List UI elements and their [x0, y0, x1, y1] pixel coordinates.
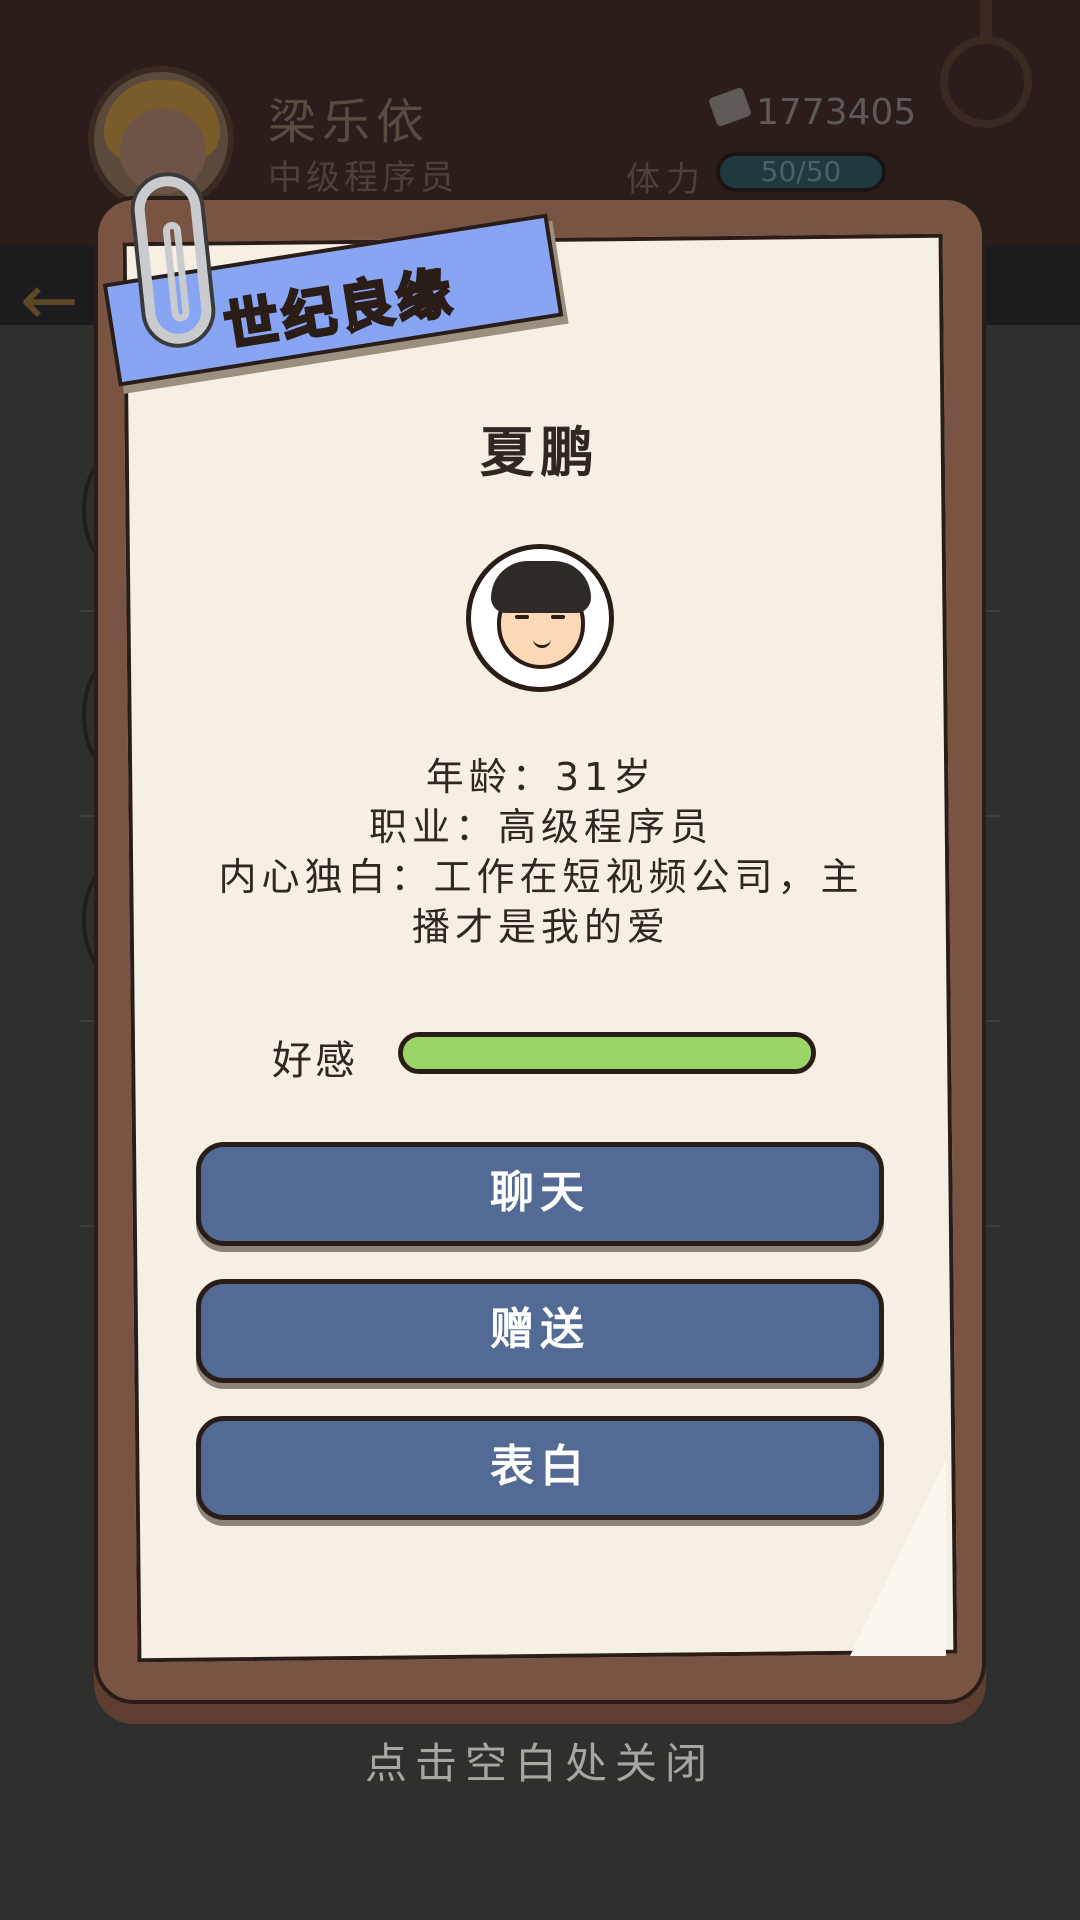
favor-label: 好感 — [272, 1038, 358, 1084]
chat-button[interactable]: 聊天 — [196, 1142, 884, 1246]
confess-button[interactable]: 表白 — [196, 1416, 884, 1520]
age-line: 年龄：31岁 — [425, 755, 657, 799]
close-hint[interactable]: 点击空白处关闭 — [0, 1730, 1080, 1791]
money-value: 1773405 — [756, 92, 917, 133]
job-line: 职业：高级程序员 — [368, 805, 713, 849]
favor-bar — [398, 1032, 816, 1074]
player-role: 中级程序员 — [268, 158, 458, 198]
favor-bar-fill — [403, 1037, 811, 1069]
back-arrow-icon[interactable]: ← — [20, 265, 79, 335]
stamina-label: 体力 — [626, 160, 706, 200]
character-info: 年龄：31岁 职业：高级程序员 内心独白：工作在短视频公司，主 播才是我的爱 — [206, 752, 876, 952]
stamina-value: 50/50 — [760, 155, 842, 188]
player-name: 梁乐依 — [268, 94, 431, 150]
character-avatar — [466, 544, 614, 692]
ring-stem — [980, 0, 992, 40]
character-name: 夏鹏 — [480, 421, 600, 484]
stamina-bar: 50/50 — [716, 152, 886, 192]
gift-button[interactable]: 赠送 — [196, 1279, 884, 1383]
ring-icon[interactable] — [940, 36, 1032, 128]
banknote-icon — [707, 86, 753, 128]
monologue-line-1: 内心独白：工作在短视频公司，主 — [218, 855, 864, 899]
monologue-line-2: 播才是我的爱 — [411, 905, 670, 949]
